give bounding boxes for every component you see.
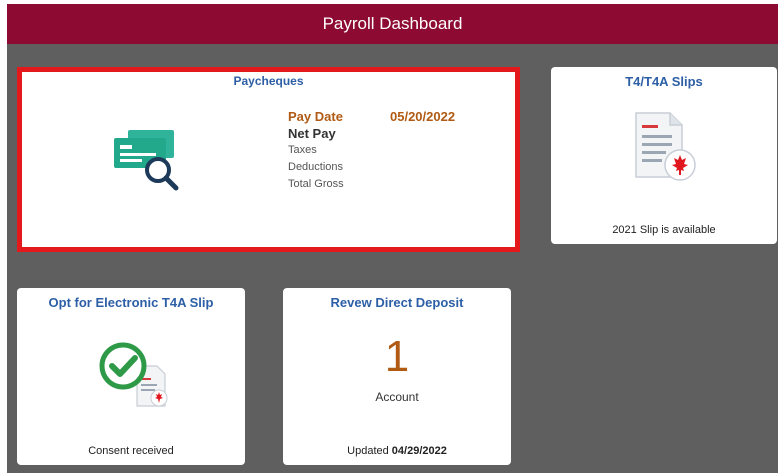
- pay-date-label: Pay Date: [288, 109, 343, 124]
- electronic-t4a-title: Opt for Electronic T4A Slip: [48, 295, 214, 310]
- t4-slips-tile[interactable]: T4/T4A Slips 2021 Slip is available: [551, 67, 777, 244]
- net-pay-label: Net Pay: [288, 126, 336, 141]
- total-gross-row: Total Gross: [288, 176, 455, 193]
- direct-deposit-tile[interactable]: Revew Direct Deposit 1 Account Updated 0…: [283, 288, 511, 465]
- total-gross-label: Total Gross: [288, 178, 344, 190]
- electronic-t4a-tile[interactable]: Opt for Electronic T4A Slip Consent rece…: [17, 288, 245, 465]
- paycheques-title: Paycheques: [233, 74, 304, 88]
- pay-date-row: Pay Date 05/20/2022: [288, 108, 455, 125]
- paycheque-search-icon: [114, 130, 179, 191]
- account-count: 1: [384, 332, 410, 381]
- updated-label: Updated: [347, 445, 389, 457]
- consent-status: Consent received: [88, 445, 174, 457]
- deductions-row: Deductions: [288, 159, 455, 176]
- net-pay-row: Net Pay: [288, 125, 455, 142]
- page-header: Payroll Dashboard: [7, 4, 778, 44]
- paycheques-tile[interactable]: Paycheques Pay Date 05/20/2022 Net Pay T…: [17, 67, 520, 252]
- account-count-label: Account: [375, 390, 419, 404]
- taxes-label: Taxes: [288, 144, 317, 156]
- t4-slips-title: T4/T4A Slips: [625, 74, 703, 89]
- pay-details: Pay Date 05/20/2022 Net Pay Taxes Deduct…: [288, 108, 455, 193]
- taxes-row: Taxes: [288, 142, 455, 159]
- updated-date: 04/29/2022: [391, 445, 447, 457]
- checkmark-document-icon: [99, 342, 168, 407]
- page-title: Payroll Dashboard: [322, 14, 463, 33]
- direct-deposit-updated: Updated 04/29/2022: [283, 445, 511, 457]
- t4-slips-status: 2021 Slip is available: [612, 224, 716, 236]
- pay-date-value: 05/20/2022: [390, 109, 456, 124]
- dashboard-frame: Payroll Dashboard Paycheques Pay Date 05…: [7, 4, 778, 473]
- deductions-label: Deductions: [288, 161, 344, 173]
- document-maple-leaf-icon: [635, 112, 696, 181]
- direct-deposit-title: Revew Direct Deposit: [330, 295, 464, 310]
